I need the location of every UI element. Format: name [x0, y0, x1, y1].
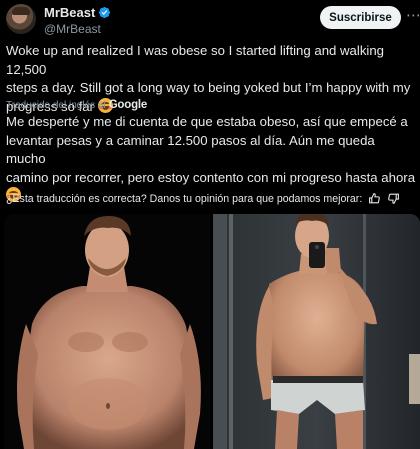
author-name-row: MrBeast: [44, 5, 111, 20]
tweet-line: steps a day. Still got a long way to bei…: [6, 80, 411, 95]
translation-attribution: Traducido del inglés al Google: [6, 99, 147, 111]
thumbs-up-icon[interactable]: [368, 192, 381, 205]
subscribe-button[interactable]: Suscribirse: [320, 6, 401, 29]
translation-line: levantar pesas y a caminar 12.500 pasos …: [6, 132, 375, 167]
feedback-question: ¿Esta traducción es correcta? Danos tu o…: [6, 192, 363, 205]
author-name[interactable]: MrBeast: [44, 5, 95, 20]
tweet-header: MrBeast @MrBeast Suscribirse ⋯: [0, 0, 420, 40]
tweet-line: Woke up and realized I was obese so I st…: [6, 43, 385, 77]
before-photo-figure: [4, 214, 210, 449]
after-mirror-selfie-photo[interactable]: [213, 214, 420, 449]
translation-line: camino por recorrer, pero estoy contento…: [6, 169, 416, 185]
translation-feedback: ¿Esta traducción es correcta? Danos tu o…: [6, 192, 400, 205]
after-photo-figure: [213, 214, 420, 449]
translation-label: Traducido del inglés al: [6, 99, 106, 111]
verified-badge-icon: [99, 6, 111, 19]
more-options-icon[interactable]: ⋯: [406, 8, 420, 25]
thumbs-down-icon[interactable]: [387, 192, 400, 205]
before-photo[interactable]: [4, 214, 210, 449]
translation-line: Me desperté y me di cuenta de que estaba…: [6, 114, 408, 129]
avatar[interactable]: [6, 4, 36, 34]
author-handle[interactable]: @MrBeast: [44, 22, 101, 36]
google-logo: Google: [108, 99, 148, 111]
